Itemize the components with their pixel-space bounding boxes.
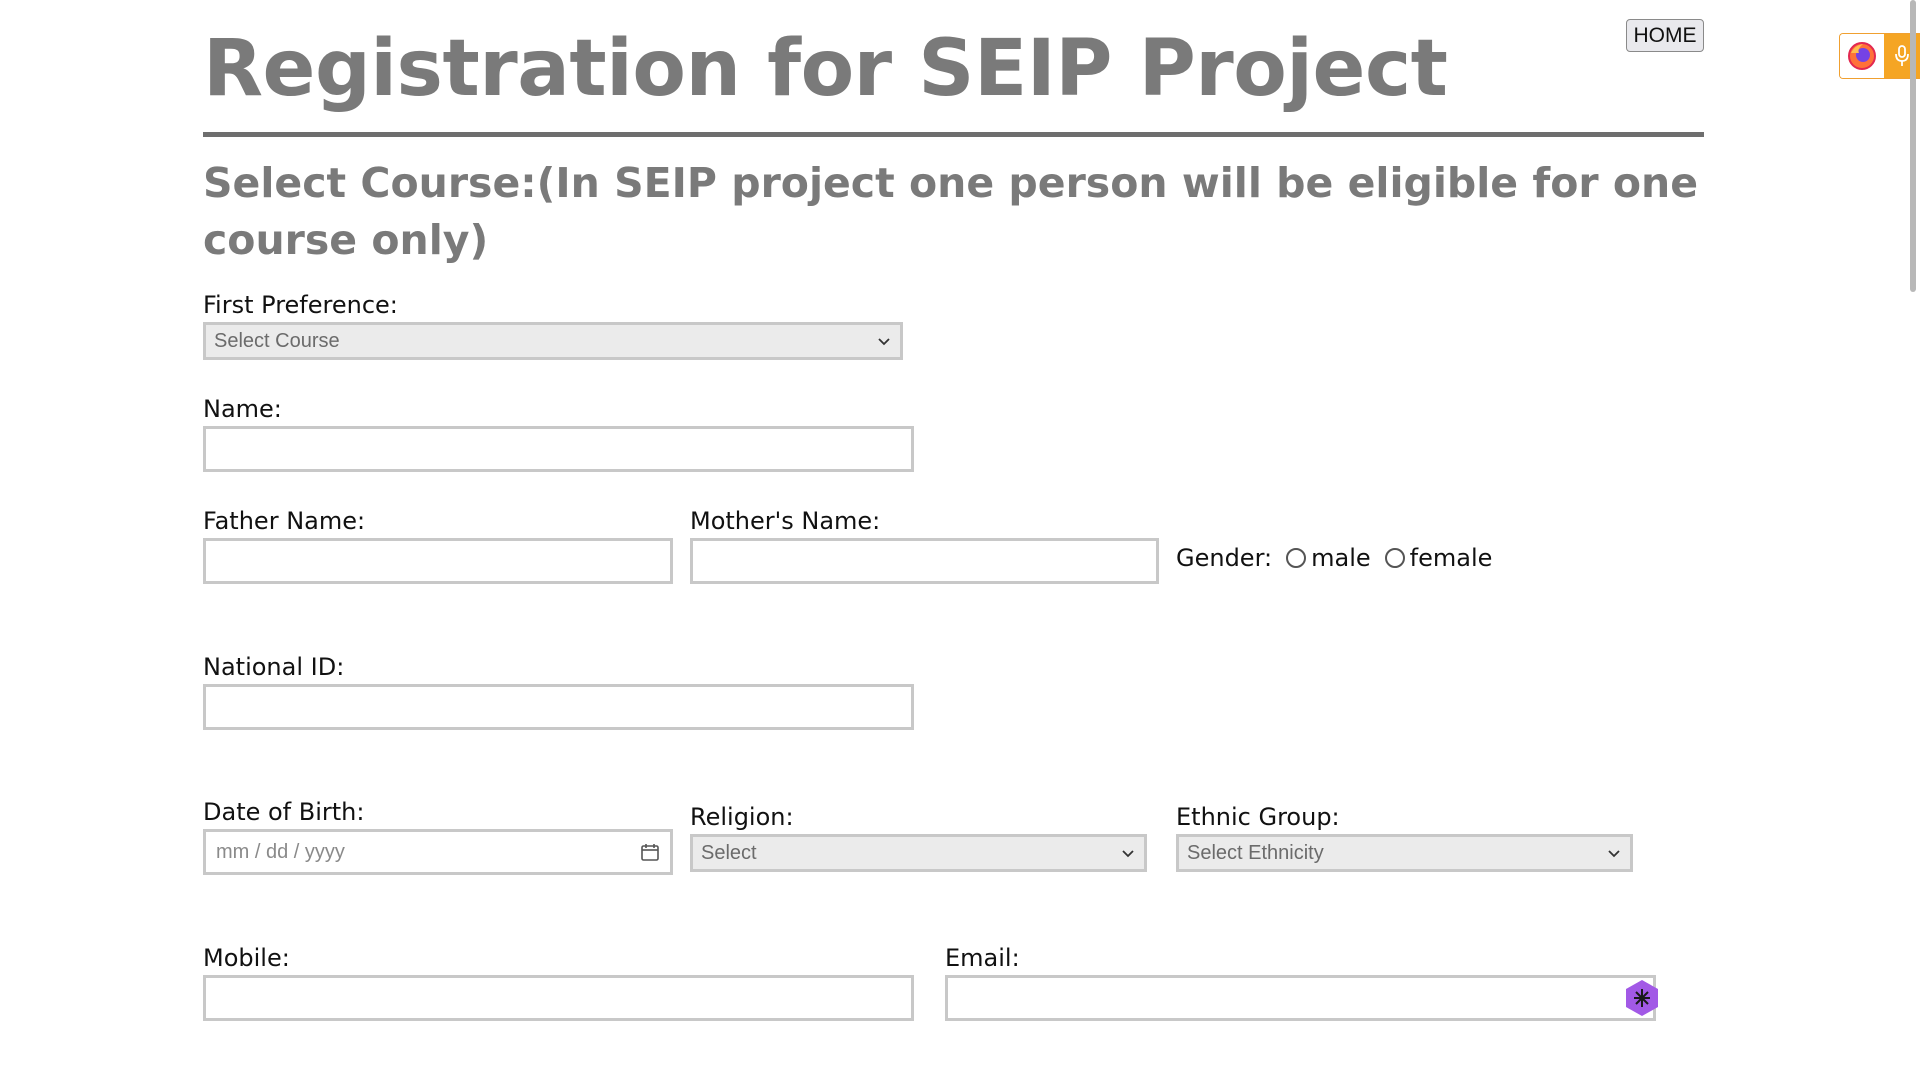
religion-select[interactable]: Select bbox=[690, 834, 1147, 872]
calendar-icon[interactable] bbox=[640, 842, 660, 862]
mobile-label: Mobile: bbox=[203, 944, 290, 972]
mother-name-input[interactable] bbox=[690, 538, 1159, 584]
father-name-label: Father Name: bbox=[203, 507, 366, 535]
home-button[interactable]: HOME bbox=[1626, 19, 1704, 52]
page-title: Registration for SEIP Project bbox=[203, 24, 1448, 114]
chevron-down-icon bbox=[878, 338, 890, 346]
male-label: male bbox=[1311, 544, 1371, 572]
dob-input[interactable]: mm / dd / yyyy bbox=[203, 829, 673, 875]
first-preference-value: Select Course bbox=[214, 329, 340, 352]
dob-placeholder: mm / dd / yyyy bbox=[216, 840, 345, 863]
father-name-input[interactable] bbox=[203, 538, 673, 584]
gender-option-female[interactable]: female bbox=[1384, 544, 1493, 572]
email-input[interactable] bbox=[945, 975, 1656, 1021]
email-label: Email: bbox=[945, 944, 1020, 972]
page-scrollbar[interactable] bbox=[1910, 0, 1916, 292]
female-radio[interactable] bbox=[1384, 548, 1405, 568]
religion-value: Select bbox=[701, 841, 757, 864]
ethnic-group-select[interactable]: Select Ethnicity bbox=[1176, 834, 1633, 872]
chevron-down-icon bbox=[1122, 850, 1134, 858]
name-label: Name: bbox=[203, 395, 282, 423]
female-label: female bbox=[1409, 544, 1493, 572]
gender-option-male[interactable]: male bbox=[1286, 544, 1371, 572]
gender-label: Gender: bbox=[1176, 544, 1273, 572]
first-preference-label: First Preference: bbox=[203, 291, 398, 319]
ethnic-group-label: Ethnic Group: bbox=[1176, 803, 1340, 831]
religion-label: Religion: bbox=[690, 803, 794, 831]
firefox-icon[interactable] bbox=[1840, 34, 1884, 78]
mobile-input[interactable] bbox=[203, 975, 914, 1021]
male-radio[interactable] bbox=[1286, 548, 1307, 568]
national-id-input[interactable] bbox=[203, 684, 914, 730]
ethnic-group-value: Select Ethnicity bbox=[1187, 841, 1324, 864]
dob-label: Date of Birth: bbox=[203, 798, 365, 826]
section-heading: Select Course:(In SEIP project one perso… bbox=[203, 159, 1699, 264]
first-preference-select[interactable]: Select Course bbox=[203, 322, 903, 360]
title-divider bbox=[203, 132, 1704, 137]
chevron-down-icon bbox=[1608, 850, 1620, 858]
name-input[interactable] bbox=[203, 426, 914, 472]
assistant-icon[interactable] bbox=[1624, 979, 1660, 1017]
mother-name-label: Mother's Name: bbox=[690, 507, 881, 535]
gender-group: Gender: male female bbox=[1176, 544, 1506, 572]
browser-extension-widget[interactable] bbox=[1839, 33, 1920, 79]
national-id-label: National ID: bbox=[203, 653, 345, 681]
